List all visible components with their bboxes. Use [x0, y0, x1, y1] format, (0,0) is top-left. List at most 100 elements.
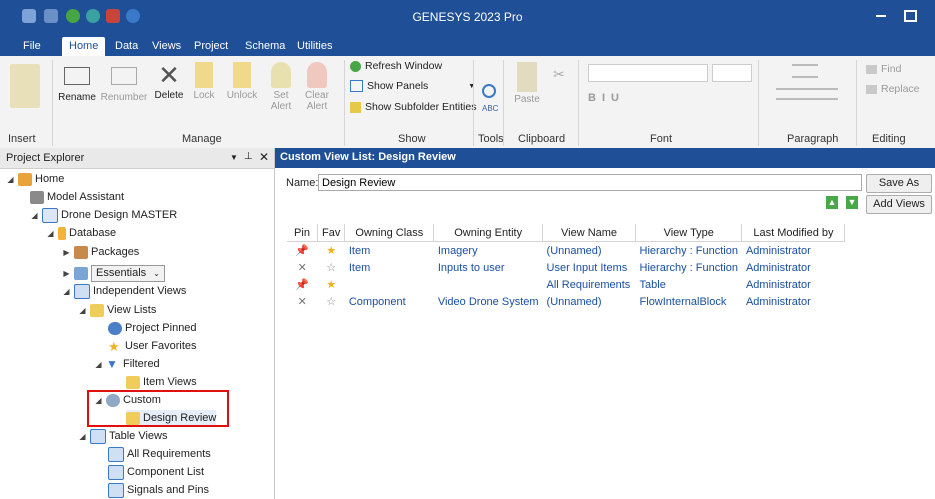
tree-item-essentials[interactable]: ▶ Essentials ⌄	[62, 265, 165, 282]
lock-button[interactable]: Lock	[190, 62, 218, 101]
chevron-down-icon[interactable]: ◢	[78, 302, 87, 319]
tree-item-project-pinned[interactable]: Project Pinned	[108, 320, 197, 337]
star-icon: ★	[108, 339, 120, 354]
tab-file[interactable]: File	[16, 37, 48, 56]
table-row[interactable]: 📌 ★ Item Imagery (Unnamed) Hierarchy : F…	[287, 242, 845, 260]
pin-icon[interactable]: 📌	[287, 242, 318, 260]
spellcheck-icon[interactable]: ABC	[482, 104, 498, 113]
chevron-down-icon: ▼	[468, 82, 476, 90]
rename-label: Rename	[58, 92, 96, 103]
tree-item-drone-design-master[interactable]: ◢ Drone Design MASTER	[30, 207, 177, 224]
chevron-down-icon[interactable]: ◢	[30, 207, 39, 224]
tab-views[interactable]: Views	[145, 37, 188, 56]
tree-item-database[interactable]: ◢ Database	[46, 225, 116, 242]
font-family-select[interactable]	[588, 64, 708, 82]
search-icon[interactable]	[482, 84, 496, 98]
close-icon[interactable]: ✕	[259, 150, 269, 164]
ribbon-separator	[578, 60, 579, 146]
column-last-modified[interactable]: Last Modified by	[741, 224, 846, 242]
unlock-button[interactable]: Unlock	[224, 62, 260, 101]
tree-item-user-favorites[interactable]: ★ User Favorites	[108, 338, 197, 355]
chevron-down-icon[interactable]: ◢	[62, 283, 71, 300]
tab-utilities[interactable]: Utilities	[290, 37, 339, 56]
font-size-select[interactable]	[712, 64, 752, 82]
tab-schema[interactable]: Schema	[238, 37, 292, 56]
bullets-icon[interactable]	[792, 64, 818, 78]
tree-item-signals-and-pins[interactable]: Signals and Pins	[108, 482, 209, 499]
maximize-icon[interactable]	[904, 10, 917, 22]
table-row[interactable]: ✕ ☆ Item Inputs to user User Input Items…	[287, 259, 845, 276]
tree-item-independent-views[interactable]: ◢ Independent Views	[62, 283, 186, 300]
save-as-button[interactable]: Save As	[866, 174, 932, 193]
move-down-icon[interactable]: ▼	[846, 196, 858, 209]
chevron-right-icon[interactable]: ▶	[62, 265, 71, 282]
table-row[interactable]: ✕ ☆ Component Video Drone System (Unname…	[287, 293, 845, 310]
tree-item-view-lists[interactable]: ◢ View Lists	[78, 302, 156, 319]
essentials-select[interactable]: Essentials ⌄	[91, 265, 165, 282]
owning-entity-cell: Imagery	[437, 244, 478, 257]
ribbon-separator	[503, 60, 504, 146]
chevron-down-icon[interactable]: ◢	[46, 225, 55, 242]
move-up-icon[interactable]: ▲	[826, 196, 838, 209]
renumber-icon	[111, 67, 137, 85]
tab-home[interactable]: Home	[62, 37, 106, 56]
star-icon[interactable]: ★	[318, 242, 345, 260]
tree-item-component-list[interactable]: Component List	[108, 464, 204, 481]
folder-icon	[90, 304, 104, 317]
chevron-down-icon[interactable]: ◢	[6, 171, 15, 188]
add-views-button[interactable]: Add Views	[866, 195, 932, 214]
unfavorite-icon[interactable]: ☆	[318, 259, 345, 276]
subfolder-icon	[350, 101, 361, 113]
tree-item-all-requirements[interactable]: All Requirements	[108, 446, 211, 463]
refresh-window-button[interactable]: Refresh Window	[350, 60, 442, 72]
font-format-icons[interactable]: BIU	[588, 92, 625, 104]
column-pin[interactable]: Pin	[287, 224, 318, 242]
chevron-right-icon[interactable]: ▶	[62, 244, 71, 261]
dropdown-icon[interactable]: ▼	[230, 153, 238, 162]
tab-data[interactable]: Data	[108, 37, 145, 56]
owning-entity-cell: Video Drone System	[437, 295, 539, 308]
paste-button[interactable]: Paste	[510, 62, 544, 105]
tree-item-packages[interactable]: ▶ Packages	[62, 244, 139, 261]
column-fav[interactable]: Fav	[317, 224, 346, 242]
find-label: Find	[881, 63, 902, 75]
column-owning-class[interactable]: Owning Class	[344, 224, 435, 242]
show-panels-button[interactable]: Show Panels ▼	[350, 80, 475, 92]
set-alert-button[interactable]: Set Alert	[266, 62, 296, 112]
view-name-cell: (Unnamed)	[546, 295, 602, 308]
column-view-name[interactable]: View Name	[542, 224, 637, 242]
column-view-type[interactable]: View Type	[635, 224, 743, 242]
tree-item-model-assistant[interactable]: Model Assistant	[30, 189, 124, 206]
group-manage-label: Manage	[182, 133, 222, 145]
tab-project[interactable]: Project	[187, 37, 235, 56]
column-owning-entity[interactable]: Owning Entity	[433, 224, 544, 242]
unpinned-icon[interactable]: ✕	[287, 259, 318, 276]
unpinned-icon[interactable]: ✕	[287, 293, 318, 310]
delete-button[interactable]: ✕ Delete	[152, 62, 186, 101]
insert-icon[interactable]	[10, 64, 40, 108]
renumber-button[interactable]: Renumber	[100, 62, 148, 103]
pin-icon[interactable]: 📌	[287, 276, 318, 293]
table-row[interactable]: 📌 ★ All Requirements Table Administrator	[287, 276, 845, 293]
align-icon[interactable]	[776, 88, 838, 100]
tree-item-filtered[interactable]: ◢ ▼ Filtered	[94, 356, 159, 373]
tree-item-home[interactable]: ◢ Home	[6, 171, 64, 188]
unfavorite-icon[interactable]: ☆	[318, 293, 345, 310]
star-icon[interactable]: ★	[318, 276, 345, 293]
show-subfolder-entities-button[interactable]: Show Subfolder Entities	[350, 101, 476, 113]
chevron-down-icon[interactable]: ◢	[78, 428, 87, 445]
pin-icon[interactable]: ⊥	[244, 151, 253, 162]
modified-by-cell: Administrator	[745, 244, 811, 257]
rename-button[interactable]: Rename	[57, 62, 97, 103]
tree-item-item-views[interactable]: Item Views	[126, 374, 197, 391]
replace-button[interactable]: Replace	[866, 83, 920, 95]
name-field[interactable]	[318, 174, 862, 191]
tree-item-table-views[interactable]: ◢ Table Views	[78, 428, 168, 445]
clear-alert-button[interactable]: Clear Alert	[300, 62, 334, 112]
chevron-down-icon[interactable]: ◢	[94, 356, 103, 373]
find-button[interactable]: Find	[866, 63, 901, 75]
lock-icon	[195, 62, 213, 88]
minimize-icon[interactable]	[876, 15, 886, 17]
cut-icon[interactable]: ✂	[553, 66, 565, 83]
clipboard-icon	[517, 62, 537, 92]
